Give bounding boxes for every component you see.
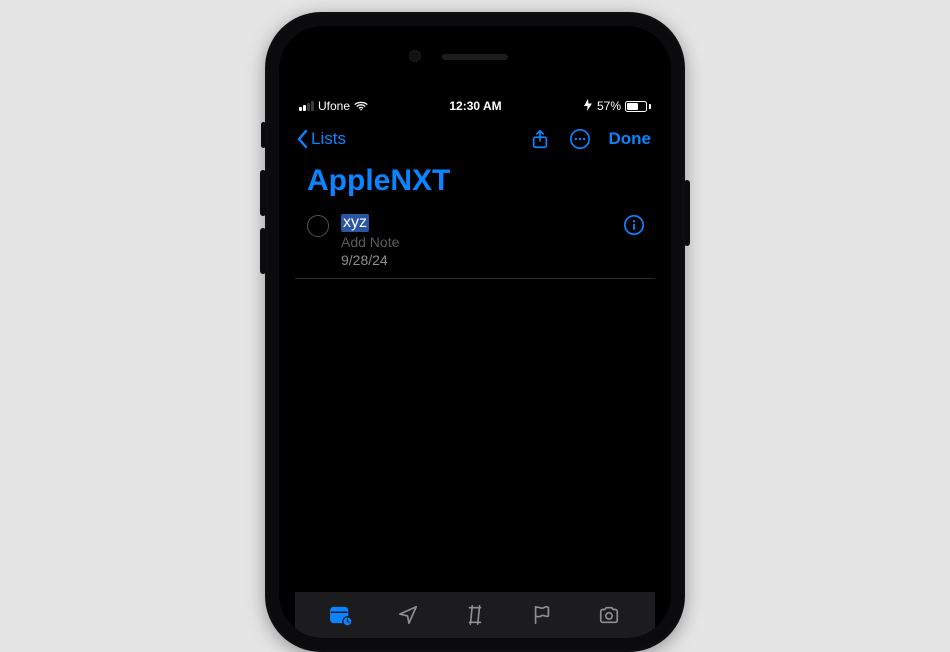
done-button[interactable]: Done xyxy=(609,129,652,149)
status-bar: Ufone 12:30 AM 57% xyxy=(295,96,655,116)
mute-switch xyxy=(261,122,266,148)
camera-icon xyxy=(597,604,621,626)
completion-toggle[interactable] xyxy=(307,215,329,237)
chevron-left-icon xyxy=(295,129,309,149)
phone-bezel: Ufone 12:30 AM 57% xyxy=(279,26,671,638)
share-button[interactable] xyxy=(529,128,551,150)
camera-button[interactable] xyxy=(597,604,621,626)
details-button[interactable] xyxy=(623,214,645,236)
cellular-signal-icon xyxy=(299,101,314,111)
back-label: Lists xyxy=(311,129,346,149)
power-button xyxy=(684,180,690,246)
tag-icon xyxy=(463,604,487,626)
calendar-badge-icon xyxy=(329,604,353,626)
reminder-title-input[interactable]: xyz xyxy=(341,214,369,232)
ellipsis-circle-icon xyxy=(569,128,591,150)
reminder-row[interactable]: xyz Add Note 9/28/24 xyxy=(295,212,655,279)
wifi-icon xyxy=(354,101,368,111)
reminder-date: 9/28/24 xyxy=(341,252,645,268)
date-time-button[interactable] xyxy=(329,604,353,626)
battery-percent: 57% xyxy=(597,99,621,113)
volume-down-button xyxy=(260,228,266,274)
info-circle-icon xyxy=(623,214,645,236)
location-icon xyxy=(396,604,420,626)
navigation-bar: Lists xyxy=(295,116,655,160)
battery-icon xyxy=(625,101,651,112)
reminder-note-input[interactable]: Add Note xyxy=(341,234,645,250)
volume-up-button xyxy=(260,170,266,216)
charging-icon xyxy=(583,99,593,114)
carrier-label: Ufone xyxy=(318,99,350,113)
screen: Ufone 12:30 AM 57% xyxy=(295,96,655,638)
back-button[interactable]: Lists xyxy=(295,129,346,149)
tag-button[interactable] xyxy=(463,604,487,626)
share-icon xyxy=(529,128,551,150)
flag-button[interactable] xyxy=(530,604,554,626)
input-accessory-toolbar xyxy=(295,592,655,638)
phone-device-frame: Ufone 12:30 AM 57% xyxy=(265,12,685,652)
clock-label: 12:30 AM xyxy=(449,99,501,113)
list-title: AppleNXT xyxy=(295,160,655,212)
more-options-button[interactable] xyxy=(569,128,591,150)
flag-icon xyxy=(530,604,554,626)
location-button[interactable] xyxy=(396,604,420,626)
earpiece-speaker xyxy=(442,54,508,60)
front-camera xyxy=(409,50,421,62)
